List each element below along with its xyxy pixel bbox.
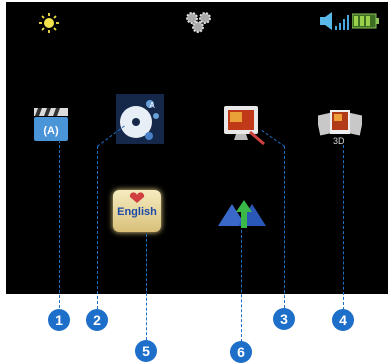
device-screen [6,2,388,294]
upgrade-arrow-icon[interactable] [216,196,268,230]
callout-3-leader [284,146,285,308]
callout-1: 1 [48,309,70,331]
language-label: English [117,206,157,218]
disc-settings-icon[interactable]: A [116,94,164,144]
language-icon[interactable]: English [113,190,161,232]
callout-5-leader [146,234,147,340]
svg-text:(A): (A) [43,125,59,137]
callout-4-leader [343,145,344,310]
callout-4: 4 [332,309,354,331]
callout-6-leader [241,230,242,342]
callout-5: 5 [135,340,157,362]
heart-icon [129,192,145,203]
battery-icon [352,13,379,29]
callout-2-leader [97,146,98,309]
clapperboard-icon[interactable]: (A) [30,108,74,144]
svg-text:A: A [149,101,155,110]
photo-stack-icon[interactable] [318,108,362,138]
callout-1-leader [59,140,60,308]
gears-icon [186,12,211,33]
callout-3: 3 [273,308,295,330]
callout-6: 6 [230,341,252,363]
display-settings-icon[interactable] [224,106,268,146]
volume-icon [320,12,332,30]
sun-icon [39,13,59,33]
signal-bars-icon [335,15,349,30]
callout-2: 2 [86,309,108,331]
